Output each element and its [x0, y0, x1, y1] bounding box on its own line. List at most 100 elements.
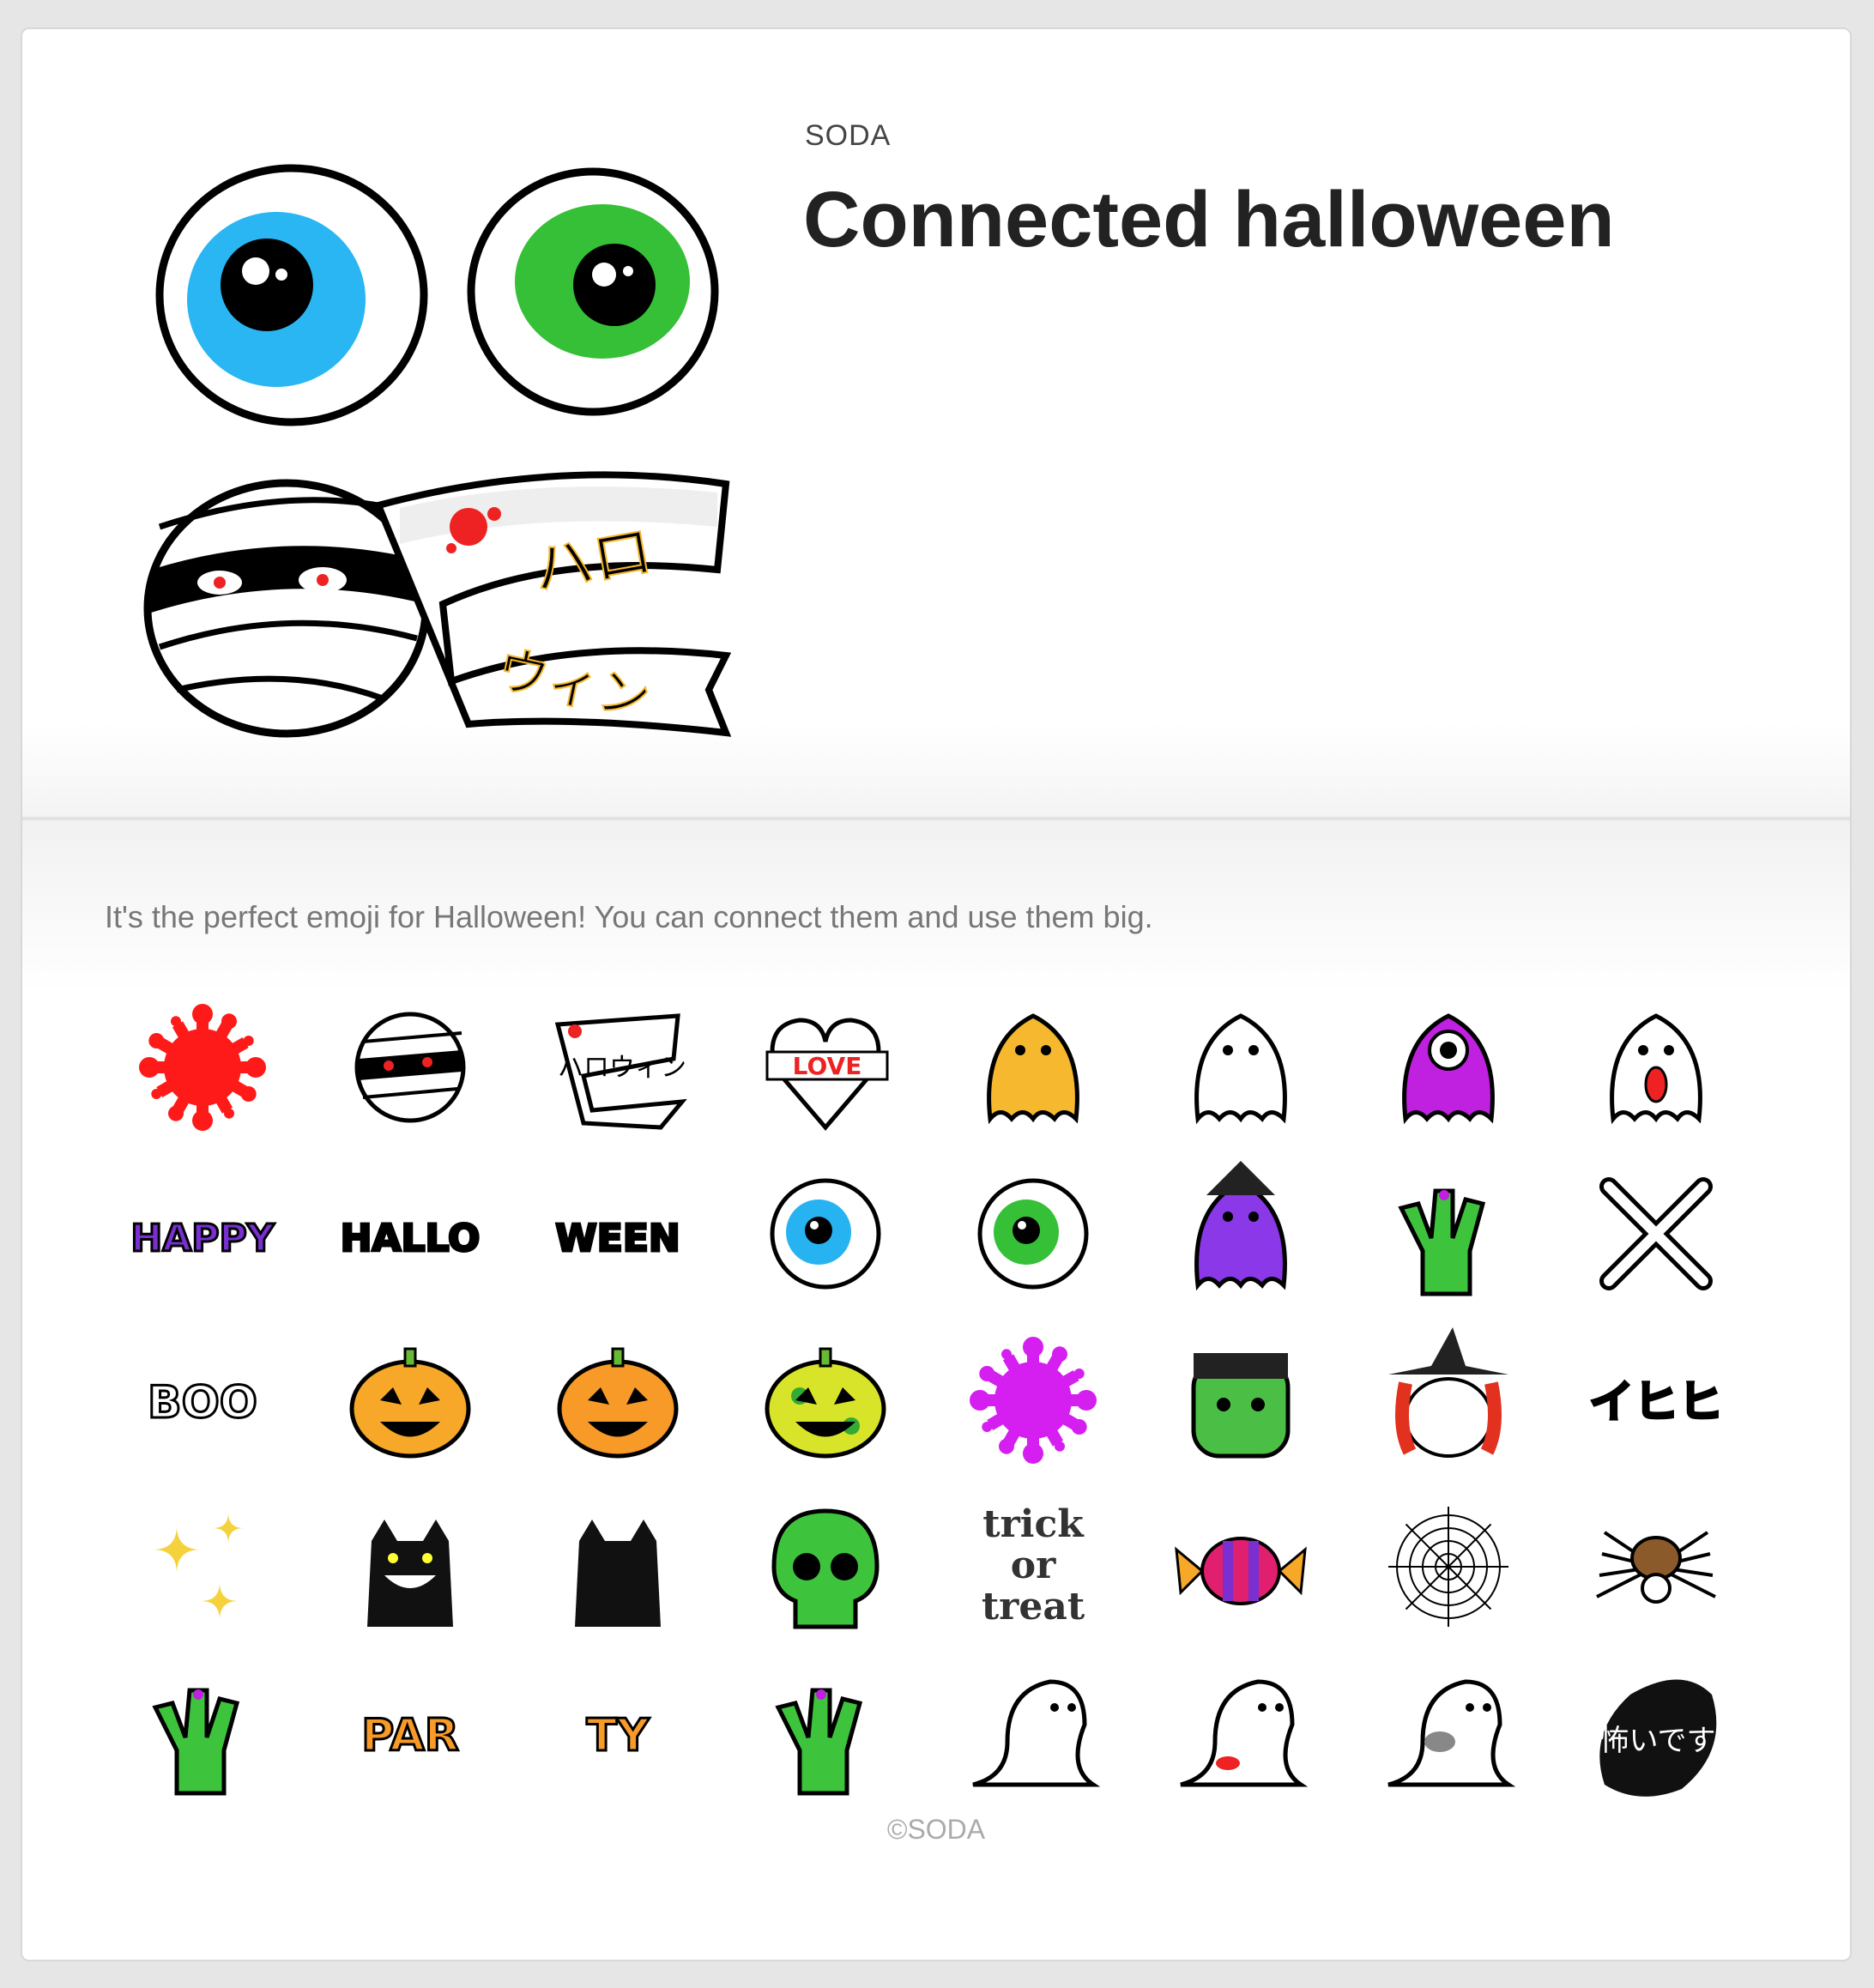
trick-or-treat-text-icon-graphic: trickortreat — [982, 1502, 1085, 1628]
sparkles-icon-graphic — [153, 1513, 244, 1620]
purple-cyclops-ghost-icon[interactable] — [1371, 990, 1526, 1145]
white-ghost-icon[interactable] — [1164, 990, 1318, 1145]
happy-text-icon[interactable]: HAPPY — [125, 1157, 280, 1311]
frankenstein-icon[interactable] — [1164, 1323, 1318, 1477]
sticker-product-card: ハロ ウィン SODA Connected halloween It's the… — [21, 27, 1852, 1961]
svg-text:LOVE: LOVE — [793, 1052, 862, 1080]
blue-eyeball-icon[interactable] — [748, 1157, 903, 1311]
trick-or-treat-line: trick — [982, 1502, 1085, 1546]
svg-text:イヒヒ: イヒヒ — [1589, 1377, 1723, 1429]
trick-or-treat-line: treat — [982, 1585, 1085, 1628]
love-heart-icon[interactable]: LOVE — [748, 990, 903, 1145]
wrapped-candy-icon-graphic — [1175, 1537, 1307, 1605]
purple-splat-icon[interactable] — [956, 1323, 1110, 1477]
spider-web-icon-graphic — [1388, 1507, 1508, 1627]
hallo-text-icon-graphic: HALLO — [339, 1216, 481, 1262]
kowai-black-blob-icon[interactable]: 怖いです — [1579, 1656, 1733, 1810]
green-pumpkin-icon[interactable] — [541, 1323, 695, 1477]
spider-icon-graphic — [1596, 1531, 1716, 1604]
witch-ghost-icon[interactable] — [1164, 1157, 1318, 1311]
blood-splat-icon[interactable] — [125, 990, 280, 1145]
green-eyeball-icon[interactable] — [956, 1157, 1110, 1311]
jack-o-lantern-icon-graphic — [349, 1347, 471, 1459]
screaming-ghost-icon[interactable] — [1371, 1656, 1526, 1810]
svg-text:WEEN: WEEN — [555, 1217, 680, 1260]
purple-splat-icon-graphic — [970, 1337, 1097, 1464]
zombie-hand-icon[interactable] — [125, 1656, 280, 1810]
red-hair-witch-icon[interactable] — [1371, 1323, 1526, 1477]
bandage-banner-icon-graphic: ハロウィン — [554, 1013, 687, 1130]
spider-icon[interactable] — [1579, 1489, 1733, 1644]
product-description: It's the perfect emoji for Halloween! Yo… — [105, 899, 1153, 934]
party-text-icon-1[interactable]: PAR — [333, 1656, 487, 1810]
svg-text:PAR: PAR — [361, 1710, 459, 1761]
svg-text:HALLO: HALLO — [341, 1217, 481, 1260]
boo-text-icon-graphic: BOO — [146, 1376, 258, 1430]
product-header: ハロ ウィン SODA Connected halloween — [22, 29, 1850, 817]
bandage-banner-icon[interactable]: ハロウィン — [541, 990, 695, 1145]
grinning-black-cat-icon-graphic — [367, 1520, 453, 1627]
zombie-pointing-hand-icon-graphic — [775, 1688, 863, 1796]
kowai-black-blob-icon-graphic: 怖いです — [1599, 1679, 1717, 1797]
party-text-icon-1-graphic: PAR — [360, 1709, 461, 1763]
tongue-ghost-icon[interactable] — [1579, 990, 1733, 1145]
green-eyeball-icon-graphic — [977, 1178, 1089, 1290]
ghost-tail-swoosh-icon-graphic — [972, 1679, 1101, 1787]
mummy-face-icon-graphic — [354, 1012, 466, 1123]
dotted-pumpkin-icon-graphic — [765, 1347, 886, 1459]
svg-text:HAPPY: HAPPY — [130, 1217, 275, 1260]
zombie-pointing-hand-icon[interactable] — [748, 1656, 903, 1810]
yellow-ghost-icon-graphic — [987, 1013, 1079, 1125]
mummy-face-icon[interactable] — [333, 990, 487, 1145]
black-cat-silhouette-icon-graphic — [575, 1520, 661, 1627]
zombie-hand-icon-graphic — [152, 1688, 240, 1796]
love-heart-icon-graphic: LOVE — [765, 1018, 889, 1131]
product-title: Connected halloween — [803, 176, 1615, 263]
green-skull-icon-graphic — [771, 1508, 880, 1629]
tongue-ghost-icon-graphic — [1610, 1013, 1702, 1125]
party-text-icon-2[interactable]: TY — [541, 1656, 695, 1810]
ghost-tongue-swoosh-icon-graphic — [1180, 1679, 1309, 1787]
svg-text:TY: TY — [586, 1710, 650, 1761]
green-skull-icon[interactable] — [748, 1489, 903, 1644]
author-name[interactable]: SODA — [805, 119, 891, 153]
svg-text:怖いです: 怖いです — [1600, 1724, 1716, 1758]
yellow-ghost-icon[interactable] — [956, 990, 1110, 1145]
trick-or-treat-line: or — [1011, 1544, 1056, 1587]
boo-text-icon[interactable]: BOO — [125, 1323, 280, 1477]
zombie-ok-hand-icon-graphic — [1398, 1188, 1486, 1296]
witch-ghost-icon-graphic — [1194, 1161, 1287, 1291]
white-ghost-icon-graphic — [1194, 1013, 1287, 1125]
zombie-ok-hand-icon[interactable] — [1371, 1157, 1526, 1311]
frankenstein-icon-graphic — [1191, 1353, 1291, 1459]
grinning-black-cat-icon[interactable] — [333, 1489, 487, 1644]
svg-text:ハロウィン: ハロウィン — [558, 1053, 686, 1083]
sparkles-icon[interactable] — [125, 1489, 280, 1644]
blood-splat-icon-graphic — [139, 1004, 266, 1131]
party-text-icon-2-graphic: TY — [585, 1709, 651, 1763]
jack-o-lantern-icon[interactable] — [333, 1323, 487, 1477]
svg-text:BOO: BOO — [148, 1377, 257, 1429]
copyright: ©SODA — [886, 1814, 986, 1845]
crossbones-icon[interactable] — [1579, 1157, 1733, 1311]
black-cat-silhouette-icon[interactable] — [541, 1489, 695, 1644]
dotted-pumpkin-icon[interactable] — [748, 1323, 903, 1477]
ween-text-icon-graphic: WEEN — [554, 1216, 681, 1262]
blue-eyeball-icon-graphic — [770, 1178, 881, 1290]
mummy-eyeballs-main-art: ハロ ウィン — [143, 164, 732, 738]
ghost-tongue-swoosh-icon[interactable] — [1164, 1656, 1318, 1810]
hihi-speech-icon-graphic: イヒヒ — [1587, 1376, 1724, 1430]
spider-web-icon[interactable] — [1371, 1489, 1526, 1644]
wrapped-candy-icon[interactable] — [1164, 1489, 1318, 1644]
ghost-tail-swoosh-icon[interactable] — [956, 1656, 1110, 1810]
ween-text-icon[interactable]: WEEN — [541, 1157, 695, 1311]
trick-or-treat-text-icon[interactable]: trick or treat — [956, 1489, 1110, 1644]
hihi-speech-icon[interactable]: イヒヒ — [1579, 1323, 1733, 1477]
red-hair-witch-icon-graphic — [1388, 1327, 1508, 1458]
emoji-grid: ハロウィン LOVE HAPPY HALLO WEEN BOO イヒヒ trick or trea… — [125, 990, 1790, 1814]
purple-cyclops-ghost-icon-graphic — [1402, 1013, 1495, 1125]
crossbones-icon-graphic — [1599, 1177, 1713, 1290]
hallo-text-icon[interactable]: HALLO — [333, 1157, 487, 1311]
happy-text-icon-graphic: HAPPY — [130, 1216, 276, 1262]
screaming-ghost-icon-graphic — [1387, 1679, 1516, 1787]
